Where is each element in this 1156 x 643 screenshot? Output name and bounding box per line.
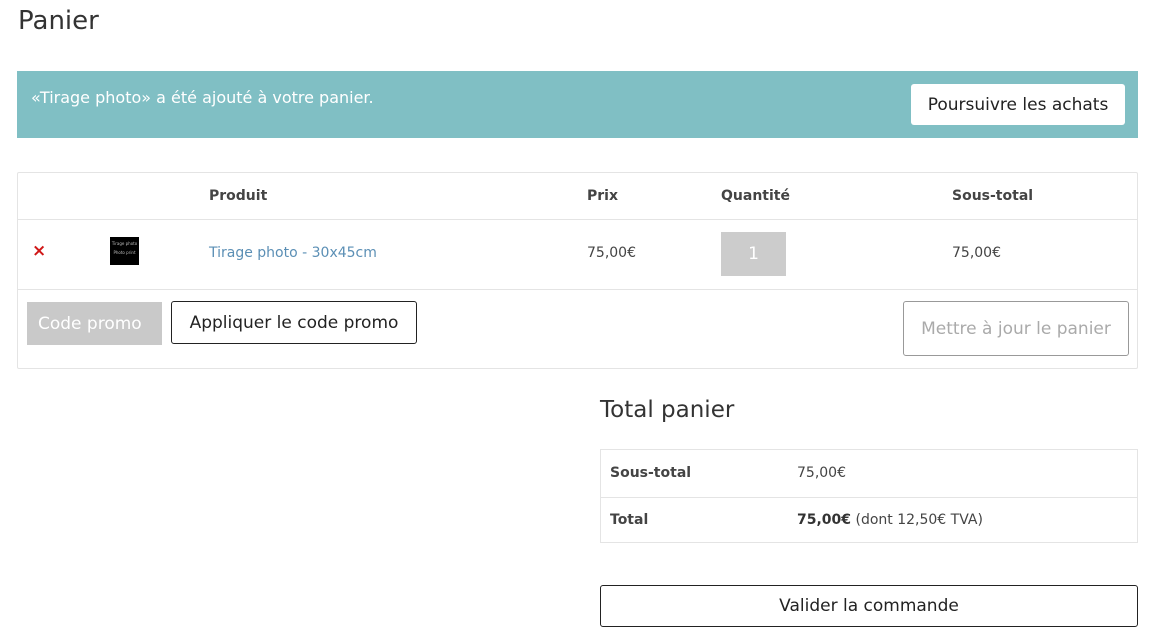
notice-message: «Tirage photo» a été ajouté à votre pani… bbox=[31, 88, 374, 107]
totals-total-value: 75,00€ bbox=[797, 512, 852, 528]
totals-subtotal-value: 75,00€ bbox=[797, 465, 846, 481]
page-title: Panier bbox=[18, 6, 99, 36]
quantity-input[interactable] bbox=[721, 232, 786, 276]
cart-totals-title: Total panier bbox=[600, 397, 735, 423]
checkout-button[interactable]: Valider la commande bbox=[600, 585, 1138, 627]
cart-table-header: Produit Prix Quantité Sous-total bbox=[18, 173, 1137, 220]
header-price: Prix bbox=[587, 188, 618, 204]
thumbnail-line-1: Tirage photo bbox=[111, 241, 138, 246]
totals-tax-note: (dont 12,50€ TVA) bbox=[855, 512, 983, 528]
totals-total-row: Total 75,00€ (dont 12,50€ TVA) bbox=[601, 497, 1137, 544]
cart-table: Produit Prix Quantité Sous-total × Tirag… bbox=[17, 172, 1138, 369]
update-cart-button[interactable]: Mettre à jour le panier bbox=[903, 301, 1129, 356]
header-product: Produit bbox=[209, 188, 268, 204]
coupon-code-input[interactable] bbox=[27, 302, 162, 345]
totals-total-value-wrap: 75,00€ (dont 12,50€ TVA) bbox=[797, 512, 983, 528]
thumbnail-line-2: Photo print bbox=[113, 250, 136, 255]
totals-subtotal-label: Sous-total bbox=[610, 465, 692, 481]
item-price: 75,00€ bbox=[587, 245, 636, 261]
product-thumbnail[interactable]: Tirage photo Photo print bbox=[110, 237, 139, 265]
apply-coupon-button[interactable]: Appliquer le code promo bbox=[171, 301, 417, 344]
cart-notice: «Tirage photo» a été ajouté à votre pani… bbox=[17, 71, 1138, 138]
totals-subtotal-row: Sous-total 75,00€ bbox=[601, 450, 1137, 498]
totals-total-label: Total bbox=[610, 512, 649, 528]
continue-shopping-button[interactable]: Poursuivre les achats bbox=[911, 84, 1125, 125]
cart-totals-table: Sous-total 75,00€ Total 75,00€ (dont 12,… bbox=[600, 449, 1138, 543]
header-quantity: Quantité bbox=[721, 188, 790, 204]
remove-icon[interactable]: × bbox=[32, 243, 46, 260]
product-name-link[interactable]: Tirage photo - 30x45cm bbox=[209, 245, 377, 261]
header-subtotal: Sous-total bbox=[952, 188, 1034, 204]
item-subtotal: 75,00€ bbox=[952, 245, 1001, 261]
cart-item-row: × Tirage photo Photo print Tirage photo … bbox=[18, 219, 1137, 290]
